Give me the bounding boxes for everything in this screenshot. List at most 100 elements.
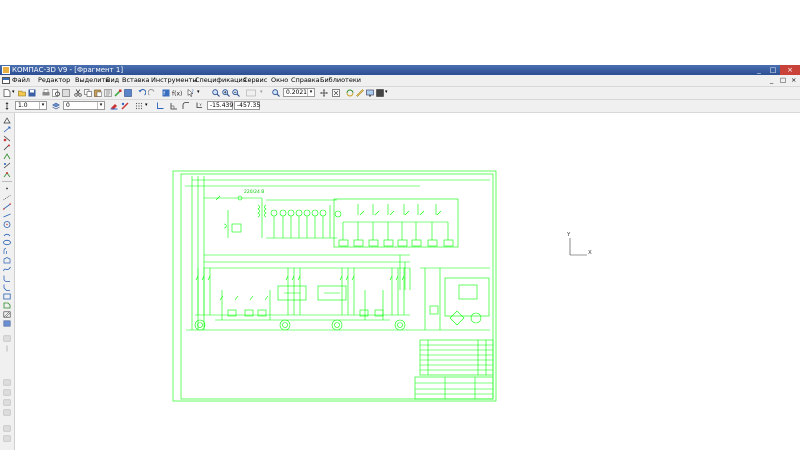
grid-dropdown-icon[interactable]: ▾: [145, 102, 148, 108]
display-icon[interactable]: [366, 89, 374, 97]
copy-icon[interactable]: [84, 89, 92, 97]
cut-icon[interactable]: [74, 89, 82, 97]
undo-icon[interactable]: [138, 89, 146, 97]
spline-icon[interactable]: [3, 266, 11, 273]
menu-libraries[interactable]: Библиотеки: [320, 75, 361, 86]
menu-specification[interactable]: Спецификация: [195, 75, 247, 86]
coord-y-field[interactable]: -457.35: [234, 101, 260, 110]
menu-tools[interactable]: Инструменты: [151, 75, 198, 86]
help-pointer-icon[interactable]: ?: [187, 89, 195, 97]
macro-icon[interactable]: [3, 320, 11, 327]
doc-minimize-button[interactable]: _: [770, 75, 773, 86]
maximize-button[interactable]: □: [766, 65, 780, 75]
zoom-out-icon[interactable]: [232, 89, 240, 97]
contour-icon[interactable]: [3, 302, 11, 309]
paste-icon[interactable]: [94, 89, 102, 97]
select-tool-icon[interactable]: [3, 171, 11, 178]
layers-dropdown-icon[interactable]: ▾: [385, 89, 388, 95]
menu-window[interactable]: Окно: [271, 75, 288, 86]
layer-state-icon[interactable]: [52, 102, 60, 110]
menu-file[interactable]: Файл: [12, 75, 30, 86]
pan-icon[interactable]: [320, 89, 328, 97]
dimensions-tool-icon[interactable]: [3, 126, 11, 133]
color-icon[interactable]: [110, 102, 118, 110]
format-icon[interactable]: [104, 89, 112, 97]
drawing-canvas[interactable]: 220/24 В Y X: [15, 113, 800, 450]
doc-restore-button[interactable]: □: [780, 75, 786, 86]
round-icon[interactable]: [182, 102, 190, 110]
disabled-tool-3-icon: [3, 379, 11, 386]
ortho-icon[interactable]: [170, 102, 178, 110]
rectangle-icon[interactable]: [3, 293, 11, 300]
menu-view[interactable]: Вид: [106, 75, 119, 86]
show-all-icon[interactable]: [332, 89, 340, 97]
step-icon: [5, 102, 9, 110]
menu-select[interactable]: Выделить: [75, 75, 109, 86]
local-cs-icon[interactable]: [156, 102, 164, 110]
grid-icon[interactable]: [135, 102, 143, 110]
scale-fit-dropdown-icon: ▾: [260, 89, 263, 95]
point-icon[interactable]: [3, 185, 11, 192]
auxiliary-line-icon[interactable]: [3, 194, 11, 201]
schematic-drawing[interactable]: 220/24 В Y X: [15, 113, 800, 450]
line-icon[interactable]: [3, 212, 11, 219]
coord-y-value: -457.35: [237, 102, 261, 109]
geometry-tool-icon[interactable]: [3, 117, 11, 124]
redo-icon[interactable]: [148, 89, 156, 97]
brush-icon[interactable]: [114, 89, 122, 97]
menu-help[interactable]: Справка: [291, 75, 320, 86]
fillet-icon[interactable]: [3, 275, 11, 282]
arc-icon[interactable]: [3, 230, 11, 237]
manager-icon[interactable]: [124, 89, 132, 97]
print-icon[interactable]: [42, 89, 50, 97]
new-dropdown-icon[interactable]: ▾: [12, 89, 15, 95]
step-field[interactable]: 1.0 ▾: [15, 101, 47, 110]
svg-text:f(x): f(x): [172, 91, 182, 98]
menu-service[interactable]: Сервис: [243, 75, 267, 86]
preview-icon[interactable]: [52, 89, 60, 97]
equidistant-icon[interactable]: [3, 248, 11, 255]
hatch-icon[interactable]: [3, 311, 11, 318]
layer-value: 0: [66, 102, 70, 109]
new-file-icon[interactable]: [3, 89, 11, 97]
style-icon[interactable]: [121, 102, 129, 110]
zoom-window-icon[interactable]: [212, 89, 220, 97]
chamfer-icon[interactable]: [3, 284, 11, 291]
segment-icon[interactable]: [3, 203, 11, 210]
save-icon[interactable]: [28, 89, 36, 97]
zoom-in-icon[interactable]: [222, 89, 230, 97]
zoom-scale-icon[interactable]: [272, 89, 280, 97]
layer-dropdown-icon[interactable]: ▾: [97, 102, 104, 109]
polygon-icon[interactable]: [3, 257, 11, 264]
circle-icon[interactable]: [3, 221, 11, 228]
disabled-tool-1-icon: [3, 335, 11, 342]
coord-x-value: -15.439: [210, 102, 234, 109]
measure-tool-icon[interactable]: [3, 162, 11, 169]
help-dropdown-icon[interactable]: ▾: [197, 89, 200, 95]
edit-tool-icon[interactable]: [3, 144, 11, 151]
layers-icon[interactable]: [376, 89, 384, 97]
doc-close-button[interactable]: ×: [791, 75, 796, 86]
menu-insert[interactable]: Вставка: [122, 75, 150, 86]
menu-editor[interactable]: Редактор: [38, 75, 70, 86]
variables-icon[interactable]: f: [162, 89, 170, 97]
ellipse-icon[interactable]: [3, 239, 11, 246]
coord-x-field[interactable]: -15.439: [207, 101, 233, 110]
minimize-button[interactable]: _: [752, 65, 766, 75]
step-dropdown-icon[interactable]: ▾: [39, 102, 46, 109]
current-state-toolbar: 1.0 ▾ 0 ▾ ▾ Y -15.439 -457.35: [0, 100, 800, 113]
fx-icon[interactable]: f(x): [172, 89, 182, 98]
layer-field[interactable]: 0 ▾: [63, 101, 105, 110]
compact-toolbar: [0, 113, 15, 450]
measure-icon[interactable]: [356, 89, 364, 97]
symbols-tool-icon[interactable]: [3, 135, 11, 142]
refresh-icon[interactable]: [346, 89, 354, 97]
zoom-dropdown-icon[interactable]: ▾: [307, 89, 314, 96]
parametrization-tool-icon[interactable]: [3, 153, 11, 160]
properties-icon[interactable]: [62, 89, 70, 97]
zoom-field[interactable]: 0.2021 ▾: [283, 88, 315, 97]
close-button[interactable]: ×: [780, 65, 800, 75]
window-controls: _ □ ×: [752, 65, 800, 75]
open-file-icon[interactable]: [18, 89, 26, 97]
document-icon[interactable]: [2, 77, 10, 84]
